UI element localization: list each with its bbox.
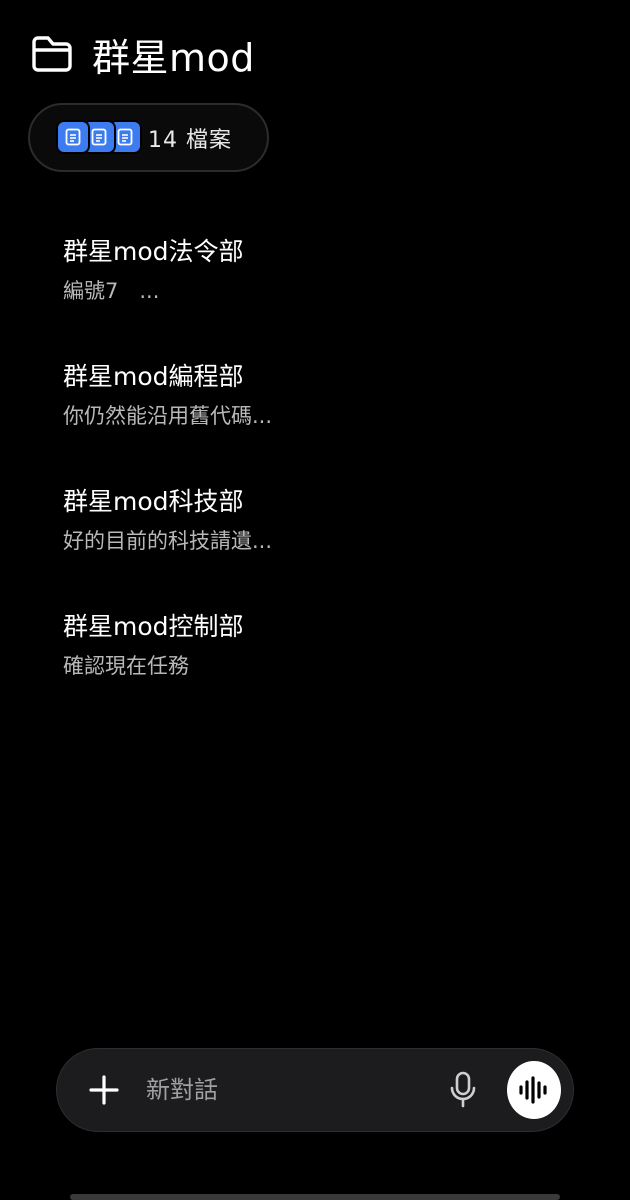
new-chat-composer	[56, 1048, 574, 1132]
conversation-item[interactable]: 群星mod編程部 你仍然能沿用舊代碼...	[63, 357, 583, 482]
conversation-list: 群星mod法令部 編號7 ... 群星mod編程部 你仍然能沿用舊代碼... 群…	[63, 232, 583, 732]
conversation-preview: 確認現在任務	[63, 654, 189, 678]
conversation-item[interactable]: 群星mod科技部 好的目前的科技請遺...	[63, 482, 583, 607]
page-title: 群星mod	[92, 35, 255, 80]
new-chat-input[interactable]	[146, 1076, 447, 1104]
files-chip-button[interactable]: 14 檔案	[28, 103, 269, 172]
plus-icon[interactable]	[85, 1070, 122, 1110]
conversation-title: 群星mod科技部	[63, 487, 244, 516]
home-indicator	[70, 1194, 560, 1200]
conversation-title: 群星mod法令部	[63, 237, 244, 266]
project-page: 群星mod 14 檔案 群星mod法令部 編號7 ... 群星mod編程部 你仍…	[0, 0, 630, 1200]
conversation-preview: 好的目前的科技請遺...	[63, 529, 273, 553]
conversation-title: 群星mod控制部	[63, 612, 244, 641]
project-header: 群星mod	[30, 30, 255, 80]
conversation-preview: 編號7 ...	[63, 279, 160, 303]
files-count-label: 14 檔案	[148, 127, 232, 153]
conversation-item[interactable]: 群星mod法令部 編號7 ...	[63, 232, 583, 357]
conversation-preview: 你仍然能沿用舊代碼...	[63, 404, 273, 428]
voice-waveform-icon[interactable]	[507, 1061, 561, 1119]
folder-icon	[30, 34, 74, 74]
document-stack	[56, 119, 142, 156]
microphone-icon[interactable]	[446, 1068, 479, 1112]
conversation-title: 群星mod編程部	[63, 362, 244, 391]
conversation-item[interactable]: 群星mod控制部 確認現在任務	[63, 607, 583, 732]
document-icon	[56, 119, 90, 154]
